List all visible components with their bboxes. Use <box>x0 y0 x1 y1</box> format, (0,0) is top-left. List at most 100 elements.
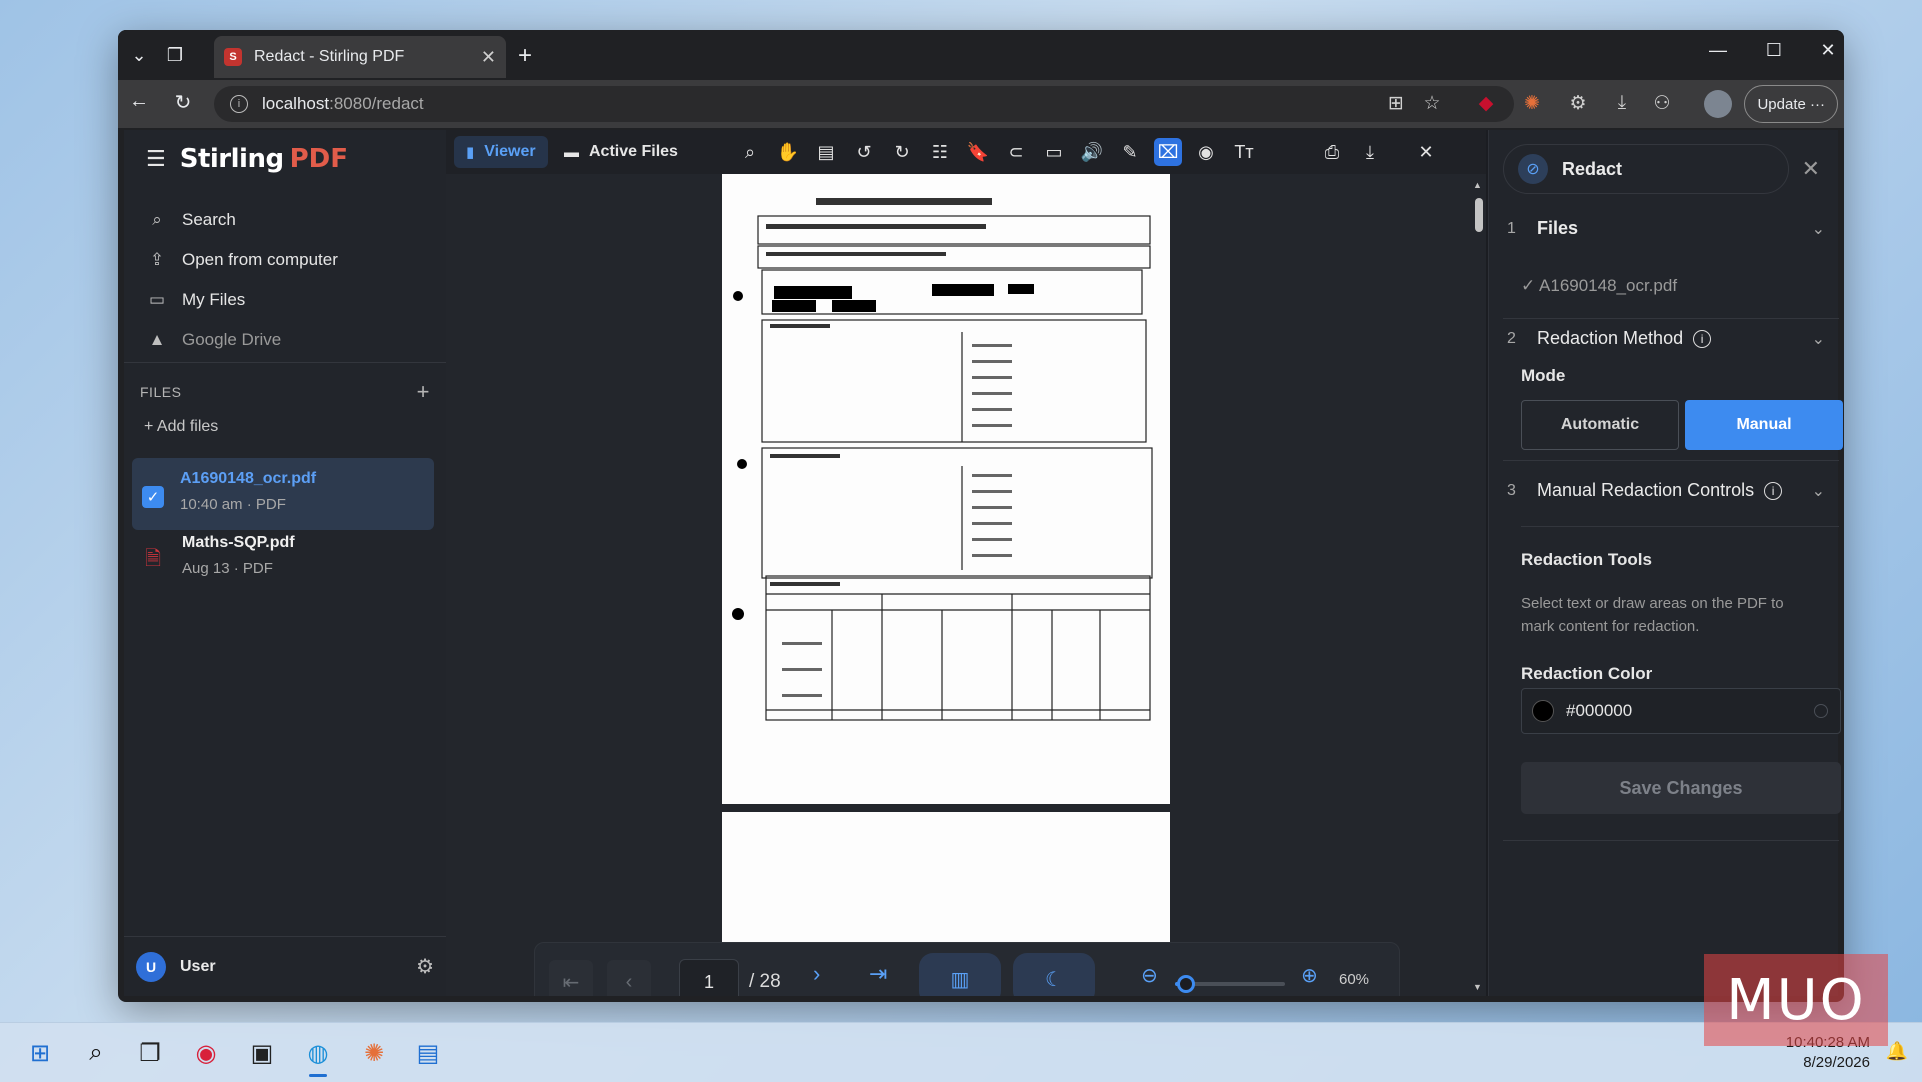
spark-app-icon[interactable]: ✺ <box>356 1035 392 1071</box>
pan-hand-icon[interactable]: ✋ <box>774 138 802 166</box>
workspaces-icon[interactable]: ❐ <box>158 38 192 72</box>
download-icon[interactable]: ⤓ <box>1356 138 1384 166</box>
eyedropper-icon[interactable] <box>1814 704 1828 718</box>
update-button[interactable]: Update ··· <box>1744 85 1838 123</box>
windows-start-icon[interactable]: ⊞ <box>22 1035 58 1071</box>
chevron-down-icon[interactable]: ⌄ <box>1812 329 1825 349</box>
menu-icon[interactable]: ☰ <box>146 146 166 172</box>
pen-icon[interactable]: ✎ <box>1116 138 1144 166</box>
file-name: Maths-SQP.pdf <box>182 534 295 551</box>
list-icon[interactable]: ☷ <box>926 138 954 166</box>
eye-icon[interactable]: ◉ <box>1192 138 1220 166</box>
checkbox-checked-icon[interactable]: ✓ <box>142 486 164 508</box>
task-view-icon[interactable]: ❐ <box>132 1035 168 1071</box>
notepad-icon[interactable]: ▤ <box>410 1035 446 1071</box>
chevron-down-icon[interactable]: ⌄ <box>1812 481 1825 501</box>
redact-tool-icon[interactable]: ⌧ <box>1154 138 1182 166</box>
file-card[interactable]: ✓ A1690148_ocr.pdf 10:40 am · PDF <box>132 458 434 530</box>
redaction-color-input[interactable]: #000000 <box>1521 688 1841 734</box>
rotate-left-icon[interactable]: ↺ <box>850 138 878 166</box>
tab-actions-icon[interactable]: ⌄ <box>122 38 156 72</box>
sidebar-item-open-from-computer[interactable]: ⇪ Open from computer <box>146 240 426 280</box>
url-field[interactable]: i localhost:8080/redact <box>214 86 1514 122</box>
gear-icon[interactable]: ⚙ <box>416 954 434 979</box>
browser-essentials-icon[interactable]: ⚇ <box>1648 92 1676 115</box>
chevron-down-icon[interactable]: ⌄ <box>1812 219 1825 239</box>
next-page-icon[interactable]: › <box>813 961 820 987</box>
color-swatch[interactable] <box>1532 700 1554 722</box>
scroll-up-icon[interactable]: ▲ <box>1473 180 1482 190</box>
edge-browser-icon[interactable]: ◍ <box>300 1035 336 1077</box>
pdf-page[interactable] <box>722 174 1170 804</box>
mode-automatic-button[interactable]: Automatic <box>1521 400 1679 450</box>
downloads-icon[interactable]: ⤓ <box>1608 92 1636 114</box>
document-area[interactable]: ▲ ▼ ⇤ ‹ 1 / 28 › ⇥ ▥ ☾ ⊖ ⊕ 60% <box>446 174 1486 996</box>
step-files[interactable]: 1 Files ⌄ <box>1507 218 1825 239</box>
print-icon[interactable]: ⎙ <box>1318 138 1346 166</box>
step-redaction-method[interactable]: 2 Redaction Method i ⌄ <box>1507 328 1825 349</box>
first-page-icon[interactable]: ⇤ <box>549 960 593 996</box>
zoom-out-icon[interactable]: ⊖ <box>1141 963 1158 988</box>
attachment-icon[interactable]: ⊂ <box>1002 138 1030 166</box>
save-changes-button[interactable]: Save Changes <box>1521 762 1841 814</box>
dual-page-view-button[interactable]: ▥ <box>919 953 1001 996</box>
taskbar: ⊞ ⌕ ❐ ◉ ▣ ◍ ✺ ▤ 10:40:28 AM 8/29/2026 🔔 <box>0 1022 1922 1082</box>
redact-panel: ⊘ Redact ✕ 1 Files ⌄ ✓ A1690148_ocr.pdf … <box>1488 130 1843 996</box>
scrollbar-thumb[interactable] <box>1475 198 1483 232</box>
new-tab-icon[interactable]: + <box>518 42 532 70</box>
tab-viewer[interactable]: ▮ Viewer <box>454 136 548 168</box>
comment-icon[interactable]: ▭ <box>1040 138 1068 166</box>
speaker-icon[interactable]: 🔊 <box>1078 138 1106 166</box>
search-icon[interactable]: ⌕ <box>78 1035 114 1071</box>
add-files-link[interactable]: + Add files <box>144 418 218 436</box>
close-viewer-icon[interactable]: ✕ <box>1412 138 1440 166</box>
bookmark-add-icon[interactable]: 🔖 <box>964 138 992 166</box>
step-manual-controls[interactable]: 3 Manual Redaction Controls i ⌄ <box>1507 480 1825 501</box>
vertical-scrollbar[interactable]: ▲ ▼ <box>1472 174 1486 996</box>
close-window-icon[interactable]: ✕ <box>1808 40 1844 61</box>
maximize-icon[interactable]: ☐ <box>1754 40 1794 61</box>
reload-icon[interactable]: ↻ <box>168 90 198 115</box>
avatar[interactable]: U <box>136 951 166 982</box>
prev-page-icon[interactable]: ‹ <box>607 960 651 996</box>
tool-header[interactable]: ⊘ Redact <box>1503 144 1789 194</box>
site-info-icon[interactable]: i <box>230 95 248 113</box>
file-card[interactable]: 🗎 Maths-SQP.pdf Aug 13 · PDF <box>132 522 434 594</box>
favorite-star-icon[interactable]: ☆ <box>1418 92 1446 115</box>
text-format-icon[interactable]: Tт <box>1230 138 1258 166</box>
mode-manual-button[interactable]: Manual <box>1685 400 1843 450</box>
sidebar-item-label: Search <box>182 210 236 229</box>
extension-spark-icon[interactable]: ✺ <box>1518 92 1546 115</box>
sidebar-item-my-files[interactable]: ▭ My Files <box>146 280 426 320</box>
app-available-icon[interactable]: ⊞ <box>1382 92 1410 115</box>
close-icon[interactable]: ✕ <box>1802 156 1820 182</box>
info-icon[interactable]: i <box>1693 330 1712 349</box>
search-icon[interactable]: ⌕ <box>736 138 764 166</box>
zoom-slider[interactable] <box>1175 975 1285 993</box>
browser-tab[interactable]: S Redact - Stirling PDF ✕ <box>214 36 506 78</box>
terminal-icon[interactable]: ▣ <box>244 1035 280 1071</box>
minimize-icon[interactable]: — <box>1698 40 1738 61</box>
media-player-icon[interactable]: ◉ <box>188 1035 224 1071</box>
file-name: A1690148_ocr.pdf <box>180 470 317 487</box>
info-icon[interactable]: i <box>1764 482 1783 501</box>
page-number-input[interactable]: 1 <box>679 959 739 996</box>
zoom-slider-handle[interactable] <box>1177 975 1196 993</box>
tab-active-files[interactable]: ▬ Active Files <box>552 136 690 168</box>
sidebar-item-search[interactable]: ⌕ Search <box>146 200 426 240</box>
ruler-icon[interactable]: ▤ <box>812 138 840 166</box>
back-icon[interactable]: ← <box>124 90 154 113</box>
scroll-down-icon[interactable]: ▼ <box>1473 982 1482 992</box>
profile-avatar-icon[interactable] <box>1704 90 1732 118</box>
dark-mode-toggle[interactable]: ☾ <box>1013 953 1095 996</box>
last-page-icon[interactable]: ⇥ <box>869 961 887 987</box>
close-tab-icon[interactable]: ✕ <box>481 47 496 68</box>
extensions-icon[interactable]: ⚙ <box>1564 92 1592 115</box>
divider <box>1503 318 1839 319</box>
notification-bell-icon[interactable]: 🔔 <box>1886 1041 1908 1062</box>
ublock-icon[interactable]: ◆ <box>1472 92 1500 115</box>
sidebar-item-google-drive[interactable]: ▲ Google Drive <box>146 320 426 360</box>
zoom-in-icon[interactable]: ⊕ <box>1301 963 1318 988</box>
rotate-right-icon[interactable]: ↻ <box>888 138 916 166</box>
add-file-plus-icon[interactable]: + <box>417 379 430 405</box>
